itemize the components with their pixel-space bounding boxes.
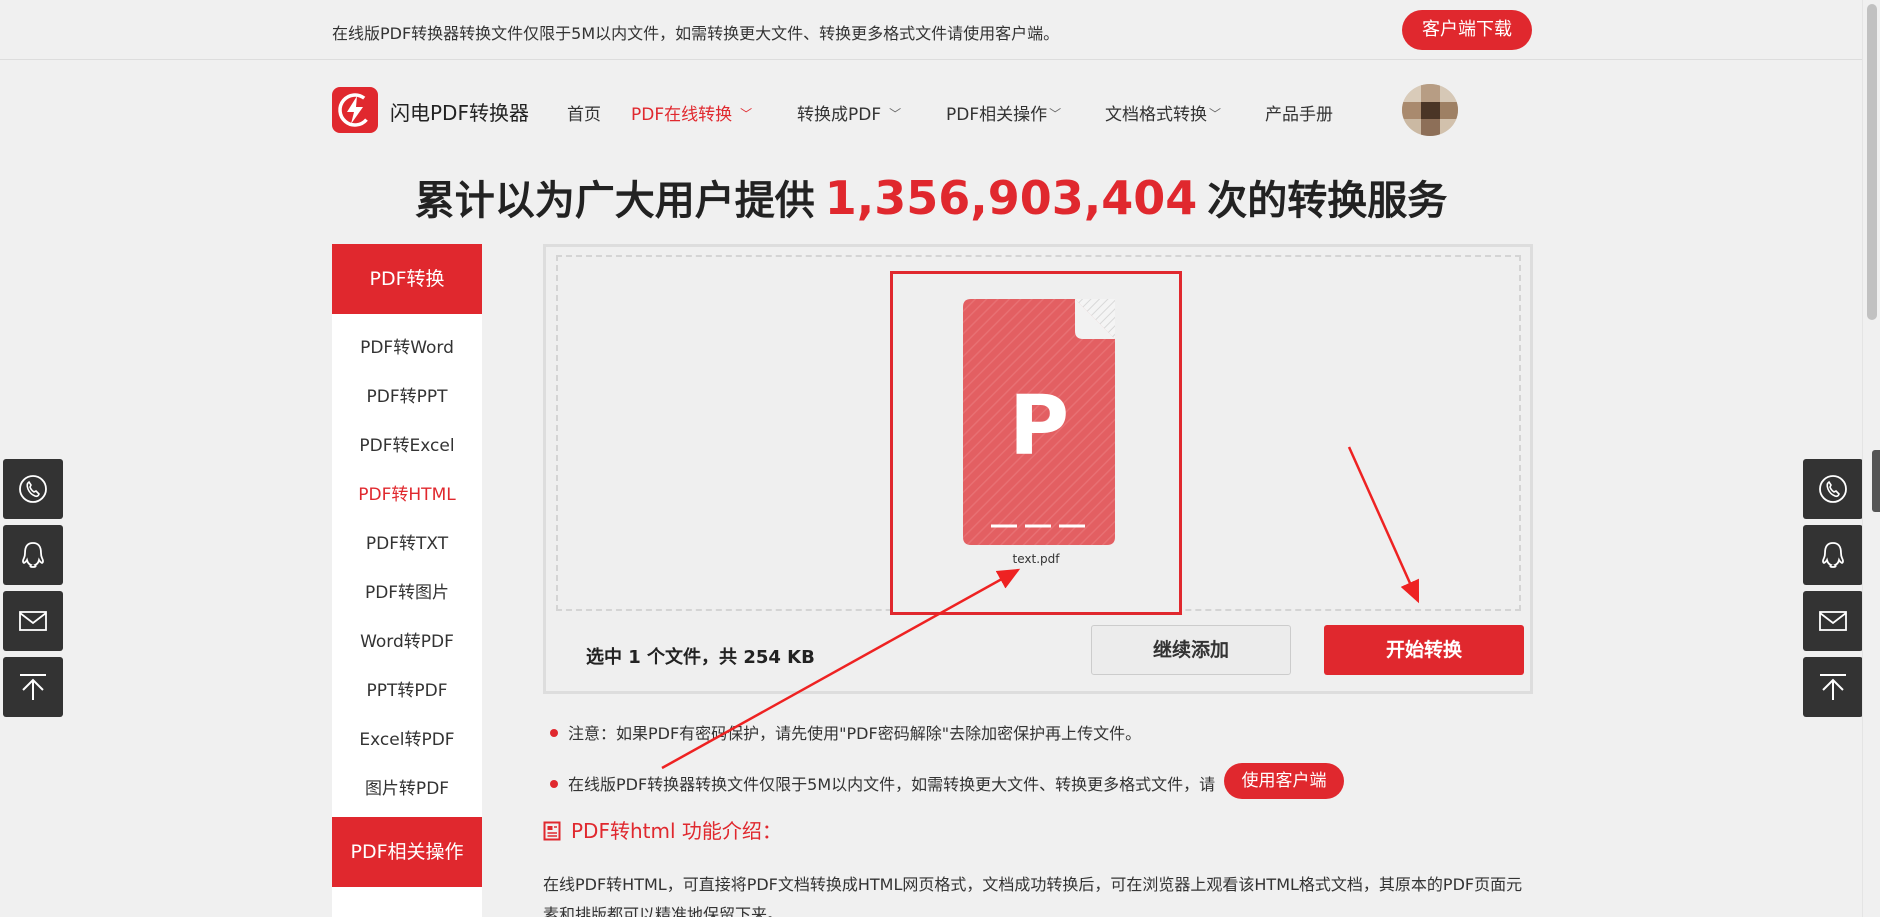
edge-handle[interactable]	[1872, 450, 1880, 512]
nav-to-pdf[interactable]: 转换成PDF ﹀	[797, 100, 901, 125]
nav-pdf-online-label: PDF在线转换	[631, 105, 733, 125]
selected-file-card[interactable]: P text.pdf	[890, 271, 1182, 615]
chevron-down-icon: ﹀	[889, 107, 902, 121]
password-note-text: 注意：如果PDF有密码保护，请先使用"PDF密码解除"去除加密保护再上传文件。	[568, 724, 1142, 743]
sidebar-item-word-to-pdf[interactable]: Word转PDF	[332, 618, 482, 667]
float-phone-button-left[interactable]	[3, 459, 63, 519]
scrollbar-thumb[interactable]	[1867, 4, 1877, 320]
sidebar-item-pdf-to-word[interactable]: PDF转Word	[332, 324, 482, 373]
float-mail-button-left[interactable]	[3, 591, 63, 651]
sidebar-item-pdf-to-txt[interactable]: PDF转TXT	[332, 520, 482, 569]
sidebar-section-pdf-ops[interactable]: PDF相关操作	[332, 817, 482, 887]
headline-prefix: 累计以为广大用户提供	[414, 178, 815, 224]
upload-panel: P text.pdf 选中 1 个文件，共 254 KB 继续添加 开始转换	[543, 244, 1533, 694]
headline-suffix: 次的转换服务	[1207, 178, 1448, 224]
mail-icon	[1819, 611, 1847, 631]
float-qq-button-right[interactable]	[1803, 525, 1863, 585]
bullet-dot	[550, 729, 558, 737]
intro-title-text: PDF转html 功能介绍：	[571, 819, 782, 843]
nav-home[interactable]: 首页	[567, 100, 601, 125]
nav-home-label: 首页	[567, 105, 601, 125]
nav-doc-convert-label: 文档格式转换	[1105, 105, 1207, 125]
conversion-count: 1,356,903,404	[824, 171, 1198, 225]
nav-manual[interactable]: 产品手册	[1265, 100, 1333, 125]
avatar[interactable]	[1402, 84, 1458, 136]
nav-doc-convert[interactable]: 文档格式转换 ﹀	[1105, 100, 1221, 125]
phone-icon	[1819, 475, 1847, 503]
float-top-button-right[interactable]	[1803, 657, 1863, 717]
sidebar-item-pdf-to-html[interactable]: PDF转HTML	[332, 471, 482, 520]
use-client-button[interactable]: 使用客户端	[1224, 763, 1344, 799]
sidebar: PDF转换 PDF转Word PDF转PPT PDF转Excel PDF转HTM…	[332, 244, 482, 917]
size-limit-note-text: 在线版PDF转换器转换文件仅限于5M以内文件，如需转换更大文件、转换更多格式文件…	[568, 775, 1216, 794]
top-notice-text: 在线版PDF转换器转换文件仅限于5M以内文件，如需转换更大文件、转换更多格式文件…	[332, 24, 1060, 43]
selection-summary: 选中 1 个文件，共 254 KB	[586, 647, 815, 668]
sidebar-section-pdf-convert[interactable]: PDF转换	[332, 244, 482, 314]
sidebar-item-image-to-pdf[interactable]: 图片转PDF	[332, 765, 482, 814]
chevron-down-icon: ﹀	[1209, 107, 1222, 121]
sidebar-item-pdf-to-ppt[interactable]: PDF转PPT	[332, 373, 482, 422]
chevron-down-icon: ﹀	[740, 107, 753, 121]
back-to-top-icon	[1820, 674, 1846, 700]
document-icon	[543, 821, 561, 841]
intro-section-title: PDF转html 功能介绍：	[543, 815, 782, 844]
sidebar-item-pdf-to-excel[interactable]: PDF转Excel	[332, 422, 482, 471]
file-name: text.pdf	[1012, 552, 1060, 566]
nav-pdf-ops-label: PDF相关操作	[946, 105, 1048, 125]
brand-name[interactable]: 闪电PDF转换器	[390, 97, 529, 126]
bullet-dot	[550, 780, 558, 788]
nav-pdf-online[interactable]: PDF在线转换 ﹀	[631, 100, 752, 125]
chevron-down-icon: ﹀	[1049, 107, 1062, 121]
password-note: 注意：如果PDF有密码保护，请先使用"PDF密码解除"去除加密保护再上传文件。	[550, 720, 1141, 744]
back-to-top-icon	[20, 674, 46, 700]
float-top-button-left[interactable]	[3, 657, 63, 717]
float-qq-button-left[interactable]	[3, 525, 63, 585]
logo[interactable]	[332, 87, 378, 133]
lightning-logo-icon	[338, 93, 372, 127]
qq-icon	[22, 542, 44, 568]
size-limit-note: 在线版PDF转换器转换文件仅限于5M以内文件，如需转换更大文件、转换更多格式文件…	[550, 771, 1215, 795]
file-type-letter: P	[1008, 379, 1070, 474]
qq-icon	[1822, 542, 1844, 568]
mail-icon	[19, 611, 47, 631]
sidebar-item-pdf-to-image[interactable]: PDF转图片	[332, 569, 482, 618]
intro-description: 在线PDF转HTML，可直接将PDF文档转换成HTML网页格式，文档成功转换后，…	[543, 875, 1523, 917]
nav-to-pdf-label: 转换成PDF	[797, 105, 882, 125]
continue-add-button[interactable]: 继续添加	[1091, 625, 1291, 675]
top-notice-bar: 在线版PDF转换器转换文件仅限于5M以内文件，如需转换更大文件、转换更多格式文件…	[0, 0, 1862, 60]
float-phone-button-right[interactable]	[1803, 459, 1863, 519]
float-mail-button-right[interactable]	[1803, 591, 1863, 651]
conversion-counter-headline: 累计以为广大用户提供 1,356,903,404 次的转换服务	[0, 168, 1862, 226]
sidebar-item-excel-to-pdf[interactable]: Excel转PDF	[332, 716, 482, 765]
nav-pdf-ops[interactable]: PDF相关操作 ﹀	[946, 100, 1061, 125]
nav-manual-label: 产品手册	[1265, 105, 1333, 125]
sidebar-item-ppt-to-pdf[interactable]: PPT转PDF	[332, 667, 482, 716]
client-download-button[interactable]: 客户端下载	[1402, 10, 1532, 50]
start-convert-button[interactable]: 开始转换	[1324, 625, 1524, 675]
phone-icon	[19, 475, 47, 503]
